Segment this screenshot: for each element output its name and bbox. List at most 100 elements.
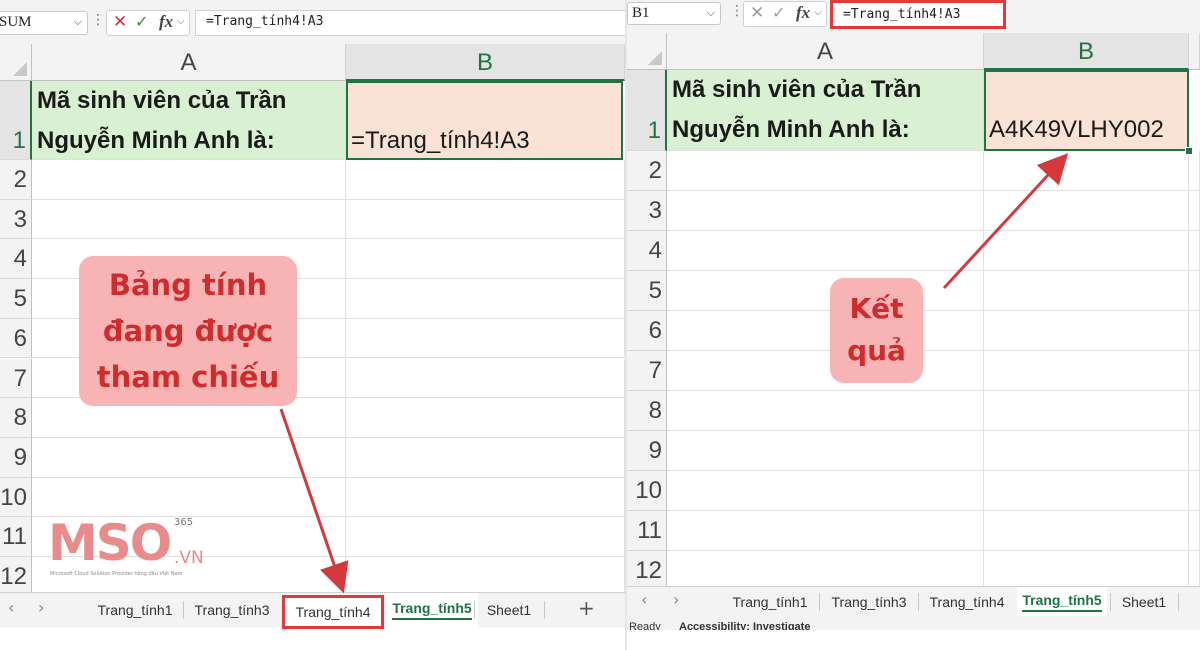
sheet-tab-active[interactable]: Trang_tính5 [386, 593, 478, 627]
cell-a2[interactable] [667, 151, 984, 191]
row-header-4[interactable]: 4 [0, 239, 32, 280]
accessibility-status[interactable]: Accessibility: Investigate [679, 620, 810, 630]
cell-a11[interactable] [667, 511, 984, 551]
cell-a2[interactable] [32, 160, 346, 200]
cell-c10[interactable] [1189, 471, 1200, 511]
cell-c8[interactable] [1189, 391, 1200, 431]
cell-b10[interactable] [346, 477, 625, 518]
row-header-12[interactable]: 12 [627, 551, 667, 591]
fill-handle[interactable] [1185, 147, 1193, 155]
add-sheet-icon[interactable]: + [578, 596, 595, 620]
chevron-down-icon[interactable]: ⌵ [814, 7, 822, 18]
row-header-2[interactable]: 2 [0, 160, 32, 200]
sheet-tab-active[interactable]: Trang_tính5 [1017, 587, 1107, 617]
row-header-7[interactable]: 7 [627, 351, 667, 391]
row-header-9[interactable]: 9 [0, 437, 32, 478]
row-header-12[interactable]: 12 [0, 557, 32, 597]
row-header-7[interactable]: 7 [0, 358, 32, 399]
row-header-10[interactable]: 10 [627, 471, 667, 511]
previous-sheet-icon[interactable]: ‹ [641, 590, 647, 609]
cell-b7[interactable] [984, 351, 1189, 391]
cell-b5[interactable] [984, 271, 1189, 311]
cell-b1[interactable]: A4K49VLHY002 [984, 70, 1189, 151]
row-header-2[interactable]: 2 [627, 151, 667, 191]
row-header-3[interactable]: 3 [627, 191, 667, 231]
cell-a4[interactable] [667, 231, 984, 271]
chevron-down-icon[interactable]: ⌵ [707, 3, 715, 23]
name-box[interactable]: SUM ⌵ [0, 11, 88, 35]
name-box[interactable]: B1 ⌵ [627, 2, 721, 25]
next-sheet-icon[interactable]: › [38, 598, 44, 617]
row-header-8[interactable]: 8 [0, 398, 32, 438]
row-header-5[interactable]: 5 [627, 271, 667, 311]
previous-sheet-icon[interactable]: ‹ [8, 598, 14, 617]
formula-input[interactable]: =Trang_tính4!A3 [195, 10, 625, 36]
cell-a9[interactable] [667, 431, 984, 471]
cell-b3[interactable] [984, 191, 1189, 231]
chevron-down-icon[interactable]: ⌵ [74, 12, 82, 32]
cell-c5[interactable] [1189, 271, 1200, 311]
insert-function-icon[interactable]: fx [159, 12, 173, 32]
sheet-tab[interactable]: Trang_tính1 [725, 587, 815, 617]
cell-c7[interactable] [1189, 351, 1200, 391]
cell-c4[interactable] [1189, 231, 1200, 271]
row-header-11[interactable]: 11 [627, 511, 667, 551]
cell-a3[interactable] [667, 191, 984, 231]
column-header-b[interactable]: B [984, 33, 1189, 70]
cell-a10[interactable] [667, 471, 984, 511]
cell-b6[interactable] [984, 311, 1189, 351]
cell-b8[interactable] [346, 398, 625, 438]
cell-a1[interactable]: Mã sinh viên của Trần Nguyễn Minh Anh là… [667, 70, 984, 151]
sheet-tab[interactable]: Trang_tính3 [186, 593, 278, 627]
insert-function-icon[interactable]: fx [796, 3, 810, 23]
row-header-1[interactable]: 1 [0, 81, 32, 160]
column-header-b[interactable]: B [346, 44, 625, 81]
more-options-icon[interactable]: ⋮ [91, 12, 105, 28]
cell-a7[interactable] [667, 351, 984, 391]
cell-b2[interactable] [984, 151, 1189, 191]
row-header-6[interactable]: 6 [627, 311, 667, 351]
cell-b11[interactable] [346, 517, 625, 557]
row-header-3[interactable]: 3 [0, 199, 32, 240]
cell-a12[interactable] [667, 551, 984, 591]
cell-b10[interactable] [984, 471, 1189, 511]
column-header-next[interactable] [1189, 33, 1200, 70]
cell-b8[interactable] [984, 391, 1189, 431]
cell-b9[interactable] [984, 431, 1189, 471]
row-header-10[interactable]: 10 [0, 477, 32, 518]
select-all-corner[interactable] [0, 44, 32, 81]
row-header-11[interactable]: 11 [0, 517, 32, 557]
row-header-9[interactable]: 9 [627, 431, 667, 471]
row-header-4[interactable]: 4 [627, 231, 667, 271]
cell-b7[interactable] [346, 358, 625, 399]
cell-b5[interactable] [346, 279, 625, 319]
sheet-tab[interactable]: Trang_tính4 [921, 587, 1013, 617]
chevron-down-icon[interactable]: ⌵ [177, 16, 185, 27]
sheet-tab[interactable]: Sheet1 [1113, 587, 1175, 617]
cell-c11[interactable] [1189, 511, 1200, 551]
cell-b12[interactable] [984, 551, 1189, 591]
more-options-icon[interactable]: ⋮ [730, 3, 744, 19]
cell-b3[interactable] [346, 199, 625, 240]
cell-b1[interactable]: =Trang_tính4!A3 [346, 81, 623, 160]
cell-c6[interactable] [1189, 311, 1200, 351]
cell-a9[interactable] [32, 437, 346, 478]
row-header-8[interactable]: 8 [627, 391, 667, 431]
cell-b4[interactable] [984, 231, 1189, 271]
sheet-tab[interactable]: Trang_tính1 [90, 593, 180, 627]
select-all-corner[interactable] [627, 33, 667, 70]
cell-c2[interactable] [1189, 151, 1200, 191]
cell-c3[interactable] [1189, 191, 1200, 231]
cell-b4[interactable] [346, 239, 625, 280]
cell-b2[interactable] [346, 160, 625, 200]
next-sheet-icon[interactable]: › [673, 590, 679, 609]
cell-c12[interactable] [1189, 551, 1200, 591]
cell-b11[interactable] [984, 511, 1189, 551]
column-header-a[interactable]: A [32, 44, 346, 81]
cell-b6[interactable] [346, 318, 625, 359]
cell-b12[interactable] [346, 557, 625, 597]
cell-a6[interactable] [667, 311, 984, 351]
enter-check-icon[interactable]: ✓ [135, 12, 148, 31]
sheet-tab[interactable]: Trang_tính3 [823, 587, 915, 617]
cancel-icon[interactable]: ✕ [750, 3, 764, 23]
